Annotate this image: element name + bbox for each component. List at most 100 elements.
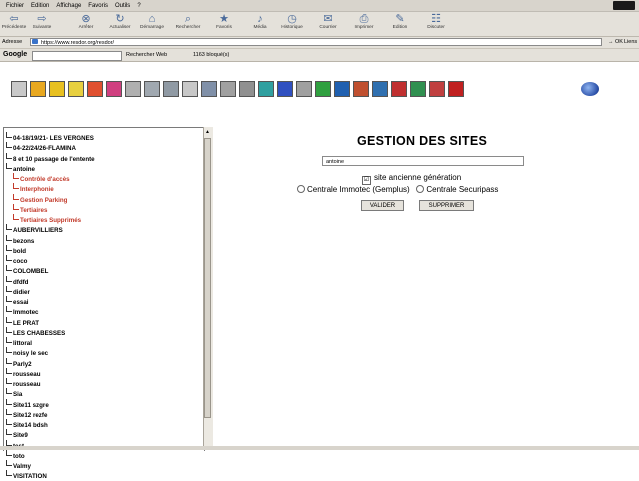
menu-item[interactable]: Edition (31, 1, 49, 12)
tree-item[interactable]: littoral (6, 337, 95, 347)
app-module-icon[interactable] (239, 81, 255, 97)
toolbar-button[interactable]: ◷ Historique (272, 14, 312, 31)
app-module-icon[interactable] (277, 81, 293, 97)
scroll-up-icon[interactable]: ▲ (204, 128, 211, 136)
toolbar-button[interactable]: ☷ Discuter (416, 14, 456, 31)
tree-item[interactable]: Site14 bdsh (6, 419, 95, 429)
app-module-icon[interactable] (315, 81, 331, 97)
app-module-icon[interactable] (296, 81, 312, 97)
delete-button[interactable]: SUPPRIMER (419, 200, 474, 211)
tree-item[interactable]: didier (6, 285, 95, 296)
tree-item[interactable]: Interphonie (6, 183, 95, 193)
tree-item[interactable]: VISITATION (6, 470, 95, 480)
scrollbar-thumb[interactable] (204, 138, 211, 418)
old-generation-checkbox[interactable]: ☑ (362, 176, 371, 185)
menu-item[interactable]: Fichier (6, 1, 24, 12)
menu-item[interactable]: ? (137, 1, 140, 12)
toolbar-button[interactable]: ★ Favoris (204, 14, 244, 31)
tree-item[interactable]: toto (6, 449, 95, 460)
address-label: Adresse (2, 39, 23, 45)
app-module-icon[interactable] (106, 81, 122, 97)
app-module-icon[interactable] (372, 81, 388, 97)
address-input[interactable]: https://www.resdor.org/resdor/ (30, 38, 602, 46)
app-module-icon[interactable] (68, 81, 84, 97)
site-name-input[interactable]: antoine (322, 156, 524, 166)
menu-item[interactable]: Favoris (88, 1, 108, 12)
tree-branch-icon (6, 357, 12, 364)
app-module-icon[interactable] (410, 81, 426, 97)
toolbar-button[interactable]: ⌂ Démarrage (132, 14, 172, 31)
tree-item[interactable]: Contrôle d'accès (6, 173, 95, 183)
tree-item[interactable]: coco (6, 255, 95, 265)
go-button[interactable]: → OK (608, 38, 623, 47)
toolbar-button[interactable]: ✉ Courrier (308, 13, 348, 31)
tree-item[interactable]: Tertiaires (6, 203, 95, 214)
tree-item[interactable]: LES CHABESSES (6, 326, 95, 337)
app-module-icon[interactable] (334, 81, 350, 97)
app-module-icon[interactable] (429, 81, 445, 97)
tree-item-label: didier (13, 288, 30, 296)
tree-item[interactable]: antoine (6, 162, 95, 173)
tree-item-label: bold (13, 247, 27, 255)
app-module-icon[interactable] (448, 81, 464, 97)
toolbar-button-label: Média (253, 25, 267, 30)
app-module-icon[interactable] (125, 81, 141, 97)
immotec-radio[interactable] (297, 185, 305, 193)
securipass-radio[interactable] (416, 185, 425, 193)
app-module-icon[interactable] (87, 81, 103, 97)
tree-item[interactable]: Gestion Parking (6, 193, 95, 204)
tree-item[interactable]: Site9 (6, 429, 95, 439)
tree-item[interactable]: Immotec (6, 306, 95, 316)
tree-item[interactable]: dfdfd (6, 275, 95, 286)
app-module-icon[interactable] (201, 81, 217, 97)
toolbar-button[interactable]: ✎ Edition (380, 14, 420, 31)
validate-button[interactable]: VALIDER (361, 200, 404, 211)
mail-icon: ✉ (323, 13, 333, 25)
google-search-input[interactable] (32, 51, 122, 61)
app-module-icon[interactable] (144, 81, 160, 97)
tree-item[interactable]: 04-18/19/21- LES VERGNES (6, 132, 95, 142)
menu-item[interactable]: Affichage (56, 1, 81, 12)
app-module-icon[interactable] (391, 81, 407, 97)
tree-item[interactable]: AUBERVILLIERS (6, 224, 95, 234)
toolbar-button[interactable]: ⌕ Rechercher (168, 14, 208, 31)
menu-item[interactable]: Outils (115, 1, 130, 12)
tree-item[interactable]: Valmy (6, 460, 95, 470)
toolbar-button[interactable]: ⎙ Imprimer (344, 14, 384, 31)
toolbar-button-label: Imprimer (354, 25, 374, 30)
tree-item[interactable]: Tertiaires Supprimés (6, 214, 95, 224)
app-module-icon[interactable] (11, 81, 27, 97)
tree-item[interactable]: COLOMBEL (6, 265, 95, 275)
old-generation-option[interactable]: ☑ site ancienne génération (362, 173, 461, 185)
go-label: OK (615, 39, 623, 45)
tree-item[interactable]: 04-22/24/26-FLAMINA (6, 142, 95, 152)
toolbar-button-label: Edition (392, 25, 408, 30)
tree-item[interactable]: LE PRAT (6, 316, 95, 327)
app-module-icon[interactable] (49, 81, 65, 97)
tree-item[interactable]: essai (6, 296, 95, 306)
app-module-icon[interactable] (220, 81, 236, 97)
google-search-button[interactable]: Rechercher Web (126, 50, 167, 60)
toolbar-button-label: Discuter (427, 25, 445, 30)
app-module-icon[interactable] (182, 81, 198, 97)
tree-item[interactable]: rousseau (6, 367, 95, 378)
toolbar-button[interactable]: ⇨ Suivante (22, 14, 62, 31)
tree-item[interactable]: Site12 rezfe (6, 408, 95, 419)
tree-item-label: toto (13, 452, 25, 460)
tree-item[interactable]: bezons (6, 234, 95, 245)
tree-item[interactable]: noisy le sec (6, 347, 95, 357)
page-icon (32, 39, 38, 44)
app-module-icon[interactable] (30, 81, 46, 97)
links-button[interactable]: Liens (624, 38, 637, 47)
app-module-icon[interactable] (258, 81, 274, 97)
tree-item[interactable]: 8 et 10 passage de l'entente (6, 152, 95, 163)
globe-icon[interactable] (581, 82, 599, 96)
app-module-icon[interactable] (163, 81, 179, 97)
tree-item[interactable]: bold (6, 244, 95, 255)
app-module-icon[interactable] (353, 81, 369, 97)
tree-item[interactable]: Parly2 (6, 357, 95, 368)
popup-blocked-count[interactable]: 1163 bloqué(s) (193, 50, 229, 60)
tree-item[interactable]: Sia (6, 388, 95, 398)
tree-item[interactable]: rousseau (6, 378, 95, 388)
tree-item[interactable]: Site11 szgre (6, 398, 95, 409)
